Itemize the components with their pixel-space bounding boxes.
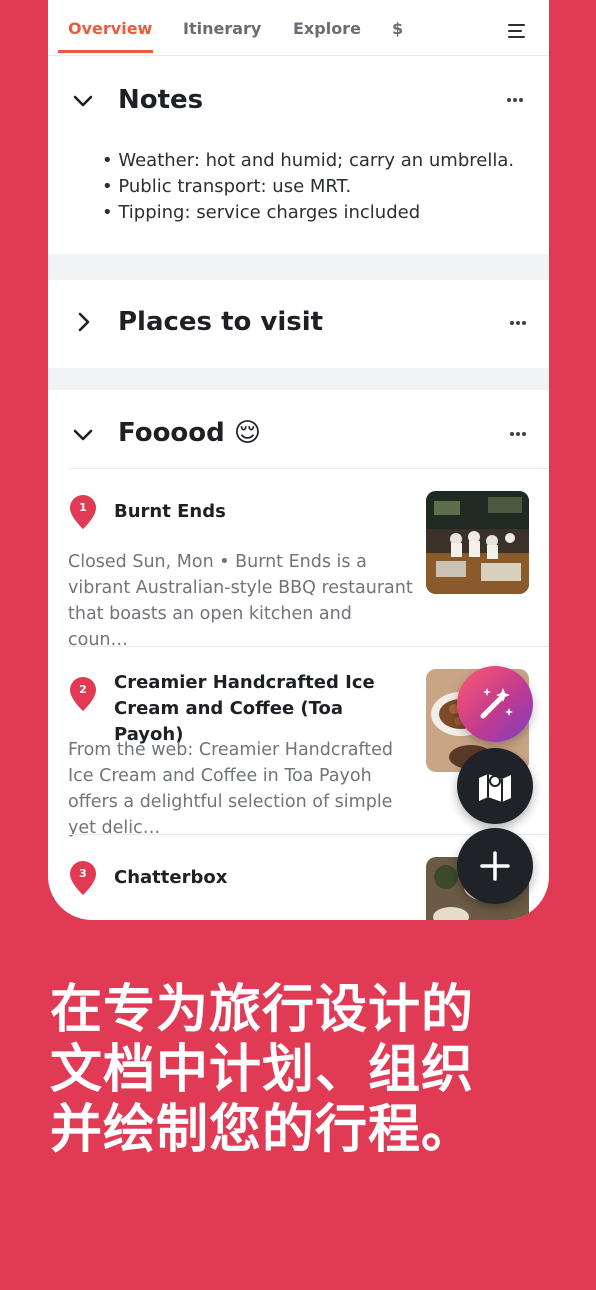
chevron-right-icon[interactable] <box>73 311 95 333</box>
place-description: From the web: Creamier Handcrafted Ice C… <box>68 740 394 838</box>
place-number: 3 <box>79 867 87 880</box>
notes-list: Weather: hot and humid; carry an umbrell… <box>102 148 514 226</box>
active-tab-indicator <box>58 50 153 53</box>
tab-itinerary[interactable]: Itinerary <box>183 19 261 38</box>
section-divider <box>48 368 549 390</box>
place-description: Closed Sun, Mon • Burnt Ends is a vibran… <box>68 552 413 650</box>
chevron-down-icon[interactable] <box>72 424 94 446</box>
list-item: Public transport: use MRT. <box>102 174 514 200</box>
place-number: 1 <box>79 501 87 514</box>
map-icon <box>479 774 511 802</box>
place-card[interactable]: 1 Burnt Ends Closed Sun, Mon • Burnt End… <box>68 468 549 650</box>
place-name[interactable]: Chatterbox <box>114 865 414 891</box>
place-name[interactable]: Burnt Ends <box>114 499 414 525</box>
notes-section-header[interactable]: Notes <box>48 70 549 130</box>
add-button[interactable] <box>457 828 533 904</box>
list-item: Weather: hot and humid; carry an umbrell… <box>102 148 514 174</box>
more-options-icon[interactable] <box>510 321 530 327</box>
caption-line: 在专为旅行设计的 <box>50 980 475 1040</box>
food-section-header[interactable]: Fooood 😌 <box>48 390 549 468</box>
promo-caption: 在专为旅行设计的 文档中计划、组织 并绘制您的行程。 <box>50 980 570 1160</box>
places-title: Places to visit <box>118 307 324 337</box>
caption-line: 并绘制您的行程。 <box>50 1100 475 1160</box>
more-options-icon[interactable] <box>507 98 527 104</box>
tab-explore[interactable]: Explore <box>293 19 361 38</box>
section-divider <box>48 254 549 280</box>
tab-overview[interactable]: Overview <box>68 19 152 38</box>
plus-icon <box>480 851 510 881</box>
caption-line: 文档中计划、组织 <box>50 1040 475 1100</box>
tab-bar: Overview Itinerary Explore $ <box>48 0 549 56</box>
menu-icon[interactable] <box>508 24 525 38</box>
chevron-down-icon[interactable] <box>72 90 94 112</box>
map-view-button[interactable] <box>457 748 533 824</box>
notes-title: Notes <box>118 85 204 115</box>
tab-budget[interactable]: $ <box>392 19 403 38</box>
magic-wand-icon <box>480 688 513 719</box>
place-photo[interactable] <box>426 491 529 594</box>
food-title: Fooood 😌 <box>118 418 261 448</box>
list-item: Tipping: service charges included <box>102 200 514 226</box>
more-options-icon[interactable] <box>510 432 530 438</box>
places-section-header[interactable]: Places to visit <box>48 280 549 368</box>
place-number: 2 <box>79 683 87 696</box>
magic-assist-button[interactable] <box>457 666 533 742</box>
